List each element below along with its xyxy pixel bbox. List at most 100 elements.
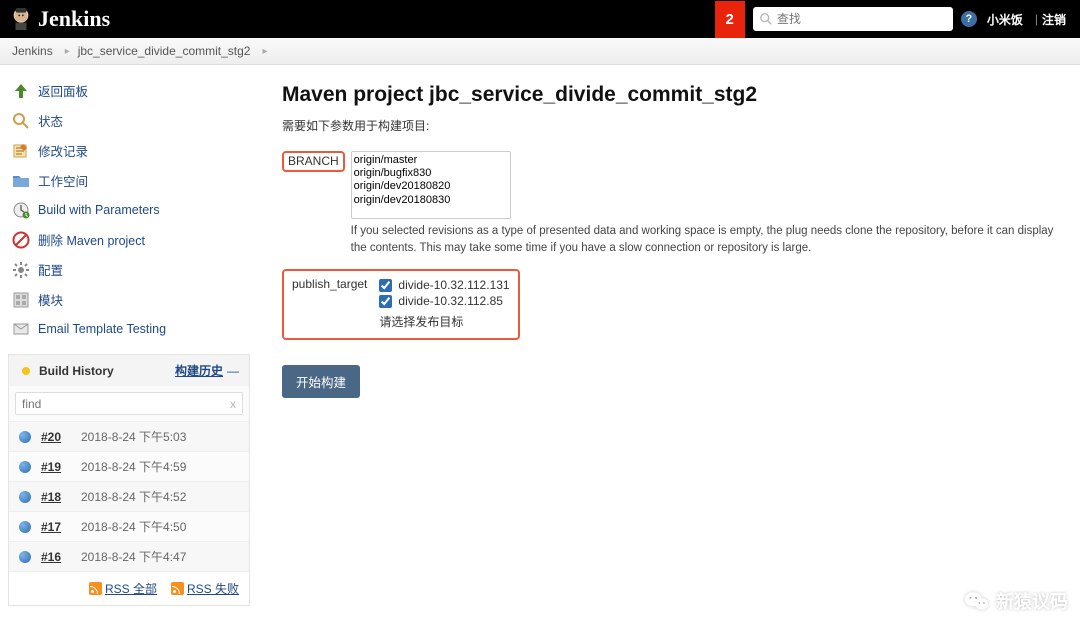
search-box[interactable] bbox=[753, 7, 953, 31]
publish-target-option[interactable]: divide-10.32.112.85 bbox=[379, 293, 509, 309]
publish-target-hint: 请选择发布目标 bbox=[379, 313, 509, 330]
build-history-header: Build History 构建历史 — bbox=[9, 355, 249, 386]
build-date: 2018-8-24 下午4:59 bbox=[81, 458, 186, 475]
build-number[interactable]: #16 bbox=[41, 550, 81, 564]
user-link[interactable]: 小米饭 bbox=[987, 11, 1023, 28]
search-input[interactable] bbox=[777, 12, 947, 26]
brand-text: Jenkins bbox=[38, 6, 110, 32]
build-row[interactable]: #182018-8-24 下午4:52 bbox=[9, 481, 249, 511]
build-history-title: Build History bbox=[39, 364, 175, 378]
sidebar-task-工作空间[interactable]: 工作空间 bbox=[8, 167, 250, 194]
trend-dash: — bbox=[227, 364, 239, 378]
help-icon[interactable]: ? bbox=[961, 11, 977, 27]
branch-option[interactable]: origin/dev20180820 bbox=[354, 180, 508, 193]
sidebar-task-build-with-parameters[interactable]: Build with Parameters bbox=[8, 197, 250, 223]
build-history-filter[interactable]: x bbox=[15, 392, 243, 415]
wechat-icon bbox=[964, 590, 990, 612]
param-label-branch: BRANCH bbox=[288, 152, 339, 168]
branch-description: If you selected revisions as a type of p… bbox=[351, 223, 1058, 256]
build-history-filter-input[interactable] bbox=[16, 397, 224, 411]
build-number[interactable]: #18 bbox=[41, 490, 81, 504]
main-panel: Maven project jbc_service_divide_commit_… bbox=[260, 65, 1080, 618]
clock-icon bbox=[12, 201, 30, 219]
sun-icon bbox=[19, 364, 33, 378]
task-link[interactable]: 修改记录 bbox=[38, 141, 88, 160]
sidebar-task-模块[interactable]: 模块 bbox=[8, 286, 250, 313]
build-history-panel: Build History 构建历史 — x #202018-8-24 下午5:… bbox=[8, 354, 250, 606]
clear-filter-icon[interactable]: x bbox=[224, 397, 242, 411]
task-link[interactable]: 返回面板 bbox=[38, 81, 88, 100]
build-date: 2018-8-24 下午4:47 bbox=[81, 548, 186, 565]
top-header: Jenkins 2 ? 小米饭 | 注销 bbox=[0, 0, 1080, 38]
build-status-ball-icon bbox=[19, 491, 31, 503]
breadcrumb: Jenkins ▸ jbc_service_divide_commit_stg2… bbox=[0, 38, 1080, 65]
watermark: 新猿议码 bbox=[964, 588, 1068, 614]
rss-all-link[interactable]: RSS 全部 bbox=[89, 580, 157, 597]
rss-all-label: RSS 全部 bbox=[105, 580, 157, 597]
branch-option[interactable]: origin/bugfix830 bbox=[354, 167, 508, 180]
build-row[interactable]: #202018-8-24 下午5:03 bbox=[9, 421, 249, 451]
breadcrumb-item[interactable]: jbc_service_divide_commit_stg2 bbox=[78, 44, 251, 58]
build-status-ball-icon bbox=[19, 461, 31, 473]
watermark-text: 新猿议码 bbox=[996, 588, 1068, 614]
build-history-trend-link[interactable]: 构建历史 bbox=[175, 362, 223, 379]
publish-target-checkbox[interactable] bbox=[379, 279, 392, 292]
sidebar-task-删除-maven-project[interactable]: 删除 Maven project bbox=[8, 226, 250, 253]
rss-icon bbox=[89, 582, 102, 595]
publish-target-box: publish_target divide-10.32.112.131 divid… bbox=[282, 269, 520, 340]
task-link[interactable]: 删除 Maven project bbox=[38, 230, 145, 249]
search-icon bbox=[759, 12, 773, 26]
branch-select[interactable]: origin/masterorigin/bugfix830origin/dev2… bbox=[351, 151, 511, 219]
build-date: 2018-8-24 下午5:03 bbox=[81, 428, 186, 445]
edit-icon bbox=[12, 142, 30, 160]
sidebar-task-修改记录[interactable]: 修改记录 bbox=[8, 137, 250, 164]
task-link[interactable]: 工作空间 bbox=[38, 171, 88, 190]
build-row[interactable]: #172018-8-24 下午4:50 bbox=[9, 511, 249, 541]
sidebar-task-返回面板[interactable]: 返回面板 bbox=[8, 77, 250, 104]
logout-link[interactable]: 注销 bbox=[1042, 11, 1066, 28]
parameters-table: BRANCH origin/masterorigin/bugfix830orig… bbox=[282, 148, 1064, 353]
sidebar-task-状态[interactable]: 状态 bbox=[8, 107, 250, 134]
build-number[interactable]: #20 bbox=[41, 430, 81, 444]
build-status-ball-icon bbox=[19, 551, 31, 563]
jenkins-logo-icon bbox=[10, 6, 32, 32]
breadcrumb-item[interactable]: Jenkins bbox=[12, 44, 53, 58]
page-subtitle: 需要如下参数用于构建项目: bbox=[282, 117, 1064, 134]
rss-fail-link[interactable]: RSS 失败 bbox=[171, 580, 239, 597]
publish-target-label: divide-10.32.112.85 bbox=[398, 294, 503, 308]
chevron-right-icon: ▸ bbox=[262, 46, 267, 57]
task-link[interactable]: Build with Parameters bbox=[38, 203, 160, 217]
mail-icon bbox=[12, 320, 30, 338]
task-link[interactable]: 状态 bbox=[38, 111, 63, 130]
branch-option[interactable]: origin/dev20180830 bbox=[354, 194, 508, 207]
folder-icon bbox=[12, 172, 30, 190]
publish-target-label: divide-10.32.112.131 bbox=[398, 278, 509, 292]
rss-fail-label: RSS 失败 bbox=[187, 580, 239, 597]
divider: | bbox=[1035, 12, 1038, 26]
rss-icon bbox=[171, 582, 184, 595]
build-button[interactable]: 开始构建 bbox=[282, 365, 360, 398]
notification-badge[interactable]: 2 bbox=[715, 1, 745, 38]
brand[interactable]: Jenkins bbox=[0, 6, 120, 32]
up-arrow-icon bbox=[12, 82, 30, 100]
build-row[interactable]: #192018-8-24 下午4:59 bbox=[9, 451, 249, 481]
side-panel: 返回面板状态修改记录工作空间 Build with Parameters 删除 Ma… bbox=[0, 65, 260, 618]
build-number[interactable]: #17 bbox=[41, 520, 81, 534]
publish-target-checkbox[interactable] bbox=[379, 295, 392, 308]
build-date: 2018-8-24 下午4:50 bbox=[81, 518, 186, 535]
delete-icon bbox=[12, 231, 30, 249]
chevron-right-icon: ▸ bbox=[65, 46, 70, 57]
param-label-publish-target: publish_target bbox=[292, 275, 367, 291]
rss-bar: RSS 全部 RSS 失败 bbox=[9, 571, 249, 605]
sidebar-task-email-template-testing[interactable]: Email Template Testing bbox=[8, 316, 250, 342]
gear-icon bbox=[12, 261, 30, 279]
build-number[interactable]: #19 bbox=[41, 460, 81, 474]
build-row[interactable]: #162018-8-24 下午4:47 bbox=[9, 541, 249, 571]
task-link[interactable]: Email Template Testing bbox=[38, 322, 166, 336]
branch-option[interactable]: origin/master bbox=[354, 154, 508, 167]
build-date: 2018-8-24 下午4:52 bbox=[81, 488, 186, 505]
sidebar-task-配置[interactable]: 配置 bbox=[8, 256, 250, 283]
task-link[interactable]: 配置 bbox=[38, 260, 63, 279]
publish-target-option[interactable]: divide-10.32.112.131 bbox=[379, 277, 509, 293]
task-link[interactable]: 模块 bbox=[38, 290, 63, 309]
